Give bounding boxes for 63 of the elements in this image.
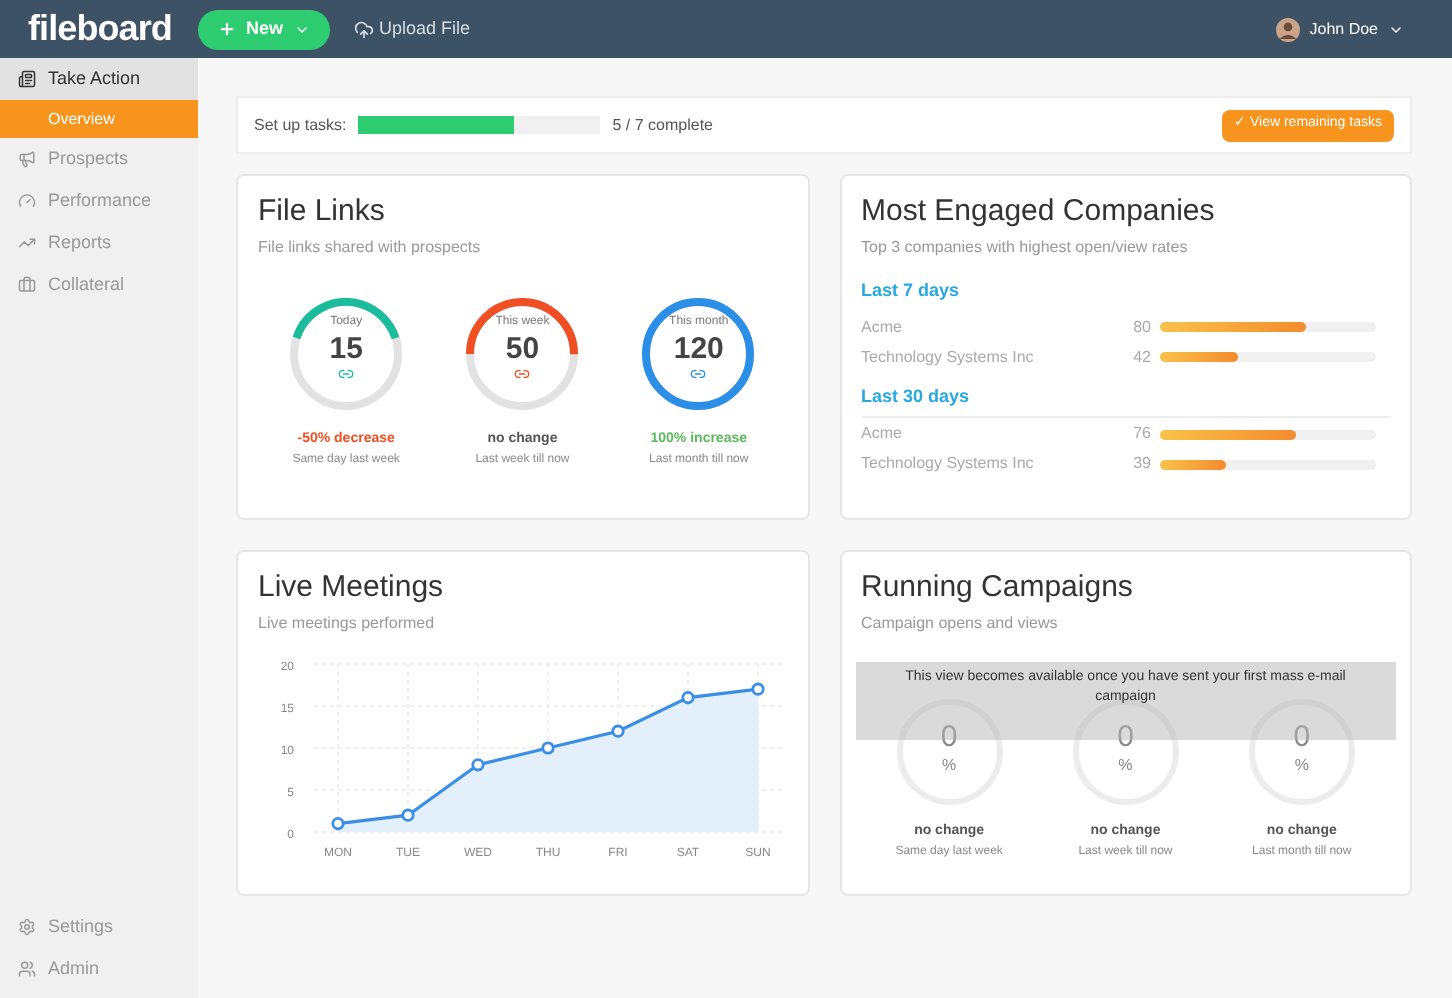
gauge-value: 15 [329,332,363,366]
company-score: 39 [1131,452,1151,476]
company-name: Acme [861,422,904,446]
card-title: File Links [258,192,387,232]
card-title: Most Engaged Companies [861,192,1217,232]
data-point [331,817,345,831]
avatar [1275,17,1300,41]
trend-icon [18,234,36,252]
group-title: Last 30 days [861,383,1390,418]
briefcase-icon [18,276,36,294]
data-point [471,758,485,772]
sidebar-subitem[interactable]: Overview [0,100,198,138]
sidebar-item[interactable]: Take Action [0,58,198,100]
gauge-value: 0 [940,720,958,754]
company-score: 80 [1131,315,1151,339]
sidebar-item[interactable]: Prospects [0,138,198,180]
sidebar-item[interactable]: Reports [0,222,198,264]
gauge-icon [18,192,36,210]
card-subtitle: Campaign opens and views [861,612,1060,636]
gauge-value: 120 [673,332,724,366]
ring-gauge [893,696,1006,808]
card-subtitle: File links shared with prospects [258,236,483,260]
new-button[interactable]: New [198,9,330,49]
data-point [541,741,555,755]
data-point [681,691,695,705]
data-point [611,724,625,738]
gauge-unit: % [1294,754,1309,778]
link-icon [690,366,707,382]
newspaper-icon [18,70,36,88]
company-name: Acme [861,315,904,339]
data-point [751,682,765,696]
gauge-unit: % [942,754,957,778]
group-title: Last 7 days [861,278,962,304]
data-point [401,808,415,822]
sidebar-item[interactable]: Performance [0,180,198,222]
users-icon [18,960,36,978]
company-score: 42 [1131,345,1151,369]
link-icon [338,366,355,382]
company-name: Technology Systems Inc [861,345,1036,369]
settings-icon [18,918,36,936]
card-subtitle: Live meetings performed [258,612,437,636]
company-score: 76 [1131,422,1151,446]
megaphone-icon [18,150,36,168]
card-title: Running Campaigns [861,568,1135,608]
ring-gauge [1245,696,1358,808]
user-menu[interactable]: John Doe [1275,17,1404,41]
sidebar-item[interactable]: Collateral [0,264,198,306]
card-subtitle: Top 3 companies with highest open/view rates [861,236,1190,260]
company-name: Technology Systems Inc [861,452,1036,476]
gauge-value: 50 [505,332,540,366]
link-icon [514,366,531,382]
gauge-value: 0 [1117,720,1134,754]
plus-icon [218,20,236,38]
upload-file-button[interactable]: Upload File [353,15,471,43]
sidebar-item[interactable]: Admin [0,948,198,990]
sidebar-item[interactable]: Settings [0,906,198,948]
gauge-value: 0 [1293,720,1311,754]
upload-icon [353,19,374,39]
card-title: Live Meetings [258,568,446,608]
logo: fileboard [28,6,174,52]
gauge-unit: % [1118,754,1133,778]
progress-reading: 5 / 7 complete [612,113,713,137]
setup-label: Set up tasks: [254,113,347,137]
